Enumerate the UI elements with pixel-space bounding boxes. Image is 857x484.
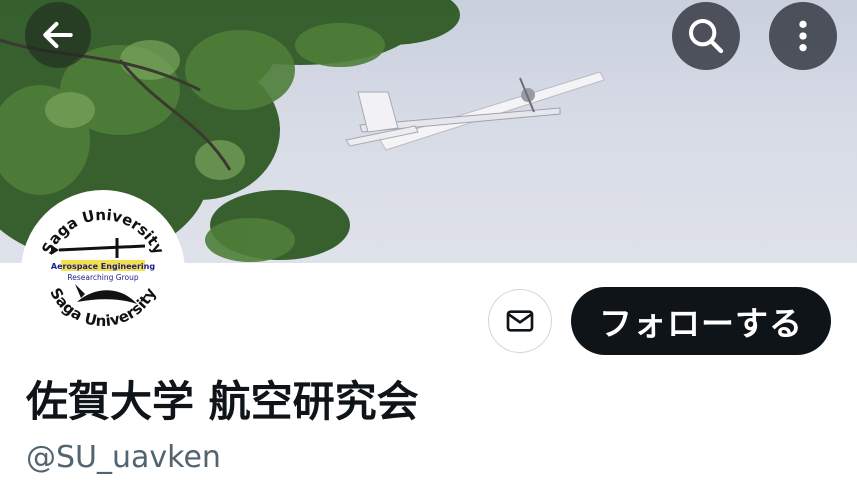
aircraft: [345, 71, 605, 151]
avatar-line1: Aerospace Engineering: [51, 262, 155, 271]
follow-button[interactable]: フォローする: [571, 287, 831, 355]
profile-avatar[interactable]: Saga University Saga University Aerospac…: [21, 190, 185, 354]
message-button[interactable]: [488, 289, 552, 353]
arrow-left-icon: [43, 21, 73, 49]
search-button[interactable]: [672, 2, 740, 70]
back-button[interactable]: [25, 2, 91, 68]
more-options-button[interactable]: [769, 2, 837, 70]
profile-handle: @SU_uavken: [26, 440, 221, 475]
profile-display-name: 佐賀大学 航空研究会: [26, 377, 419, 426]
mail-icon: [506, 310, 534, 332]
search-icon: [689, 19, 724, 54]
avatar-logo: Saga University Saga University Aerospac…: [29, 198, 177, 346]
more-vertical-icon: [799, 20, 807, 52]
avatar-line2: Researching Group: [67, 273, 138, 282]
